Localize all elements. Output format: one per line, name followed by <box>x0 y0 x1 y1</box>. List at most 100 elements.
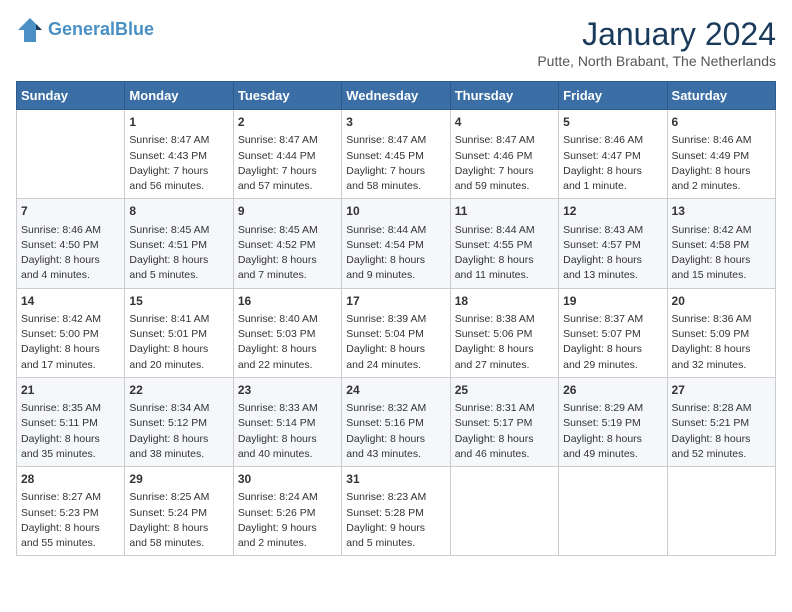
day-number: 31 <box>346 471 445 488</box>
calendar-cell: 2Sunrise: 8:47 AMSunset: 4:44 PMDaylight… <box>233 110 341 199</box>
day-info: and 17 minutes. <box>21 358 120 373</box>
day-info: and 22 minutes. <box>238 358 337 373</box>
calendar-cell: 24Sunrise: 8:32 AMSunset: 5:16 PMDayligh… <box>342 377 450 466</box>
day-info: and 1 minute. <box>563 179 662 194</box>
day-info: Sunrise: 8:42 AM <box>21 312 120 327</box>
day-info: and 24 minutes. <box>346 358 445 373</box>
day-info: Sunset: 5:21 PM <box>672 416 771 431</box>
day-number: 6 <box>672 114 771 131</box>
day-info: and 57 minutes. <box>238 179 337 194</box>
day-info: Daylight: 8 hours <box>672 342 771 357</box>
day-info: Sunset: 5:19 PM <box>563 416 662 431</box>
day-info: Sunset: 4:54 PM <box>346 238 445 253</box>
calendar-cell: 22Sunrise: 8:34 AMSunset: 5:12 PMDayligh… <box>125 377 233 466</box>
day-info: Sunset: 4:43 PM <box>129 149 228 164</box>
day-info: and 49 minutes. <box>563 447 662 462</box>
calendar-cell: 18Sunrise: 8:38 AMSunset: 5:06 PMDayligh… <box>450 288 558 377</box>
day-number: 10 <box>346 203 445 220</box>
day-number: 12 <box>563 203 662 220</box>
day-info: Daylight: 8 hours <box>129 521 228 536</box>
day-info: Daylight: 8 hours <box>563 253 662 268</box>
day-info: Sunrise: 8:38 AM <box>455 312 554 327</box>
day-info: Sunrise: 8:42 AM <box>672 223 771 238</box>
day-info: Sunrise: 8:24 AM <box>238 490 337 505</box>
day-info: Sunrise: 8:47 AM <box>346 133 445 148</box>
calendar-cell <box>450 467 558 556</box>
calendar-week-3: 14Sunrise: 8:42 AMSunset: 5:00 PMDayligh… <box>17 288 776 377</box>
calendar-cell: 5Sunrise: 8:46 AMSunset: 4:47 PMDaylight… <box>559 110 667 199</box>
logo-text: GeneralBlue <box>48 20 154 40</box>
day-info: and 27 minutes. <box>455 358 554 373</box>
day-info: Daylight: 8 hours <box>672 164 771 179</box>
day-number: 4 <box>455 114 554 131</box>
day-info: Sunrise: 8:37 AM <box>563 312 662 327</box>
page-header: GeneralBlue January 2024 Putte, North Br… <box>16 16 776 69</box>
calendar-cell: 11Sunrise: 8:44 AMSunset: 4:55 PMDayligh… <box>450 199 558 288</box>
calendar-week-4: 21Sunrise: 8:35 AMSunset: 5:11 PMDayligh… <box>17 377 776 466</box>
day-info: Daylight: 8 hours <box>346 342 445 357</box>
day-info: Sunset: 5:06 PM <box>455 327 554 342</box>
day-number: 9 <box>238 203 337 220</box>
day-info: Sunset: 5:04 PM <box>346 327 445 342</box>
day-info: and 11 minutes. <box>455 268 554 283</box>
day-info: and 32 minutes. <box>672 358 771 373</box>
day-info: Sunrise: 8:31 AM <box>455 401 554 416</box>
day-info: Daylight: 8 hours <box>563 432 662 447</box>
day-info: and 5 minutes. <box>346 536 445 551</box>
calendar-week-2: 7Sunrise: 8:46 AMSunset: 4:50 PMDaylight… <box>17 199 776 288</box>
calendar-cell: 30Sunrise: 8:24 AMSunset: 5:26 PMDayligh… <box>233 467 341 556</box>
day-info: Daylight: 8 hours <box>129 342 228 357</box>
day-info: Sunset: 5:09 PM <box>672 327 771 342</box>
day-info: Sunrise: 8:45 AM <box>238 223 337 238</box>
day-info: Sunset: 5:26 PM <box>238 506 337 521</box>
day-info: Sunset: 4:52 PM <box>238 238 337 253</box>
calendar-cell: 12Sunrise: 8:43 AMSunset: 4:57 PMDayligh… <box>559 199 667 288</box>
day-info: Sunrise: 8:46 AM <box>21 223 120 238</box>
day-info: Daylight: 8 hours <box>21 253 120 268</box>
day-info: Sunrise: 8:41 AM <box>129 312 228 327</box>
day-info: and 20 minutes. <box>129 358 228 373</box>
calendar-cell: 10Sunrise: 8:44 AMSunset: 4:54 PMDayligh… <box>342 199 450 288</box>
logo-icon <box>16 16 44 44</box>
day-info: Sunset: 5:12 PM <box>129 416 228 431</box>
day-info: Sunrise: 8:44 AM <box>346 223 445 238</box>
day-info: Sunrise: 8:25 AM <box>129 490 228 505</box>
calendar-cell: 4 Sunrise: 8:47 AMSunset: 4:46 PMDaylight… <box>450 110 558 199</box>
day-info: and 9 minutes. <box>346 268 445 283</box>
day-number: 22 <box>129 382 228 399</box>
day-number: 27 <box>672 382 771 399</box>
day-info: Sunset: 5:16 PM <box>346 416 445 431</box>
calendar-cell <box>667 467 775 556</box>
day-info: Sunrise: 8:35 AM <box>21 401 120 416</box>
day-info: Sunrise: 8:47 AM <box>455 133 554 148</box>
day-info: Sunrise: 8:29 AM <box>563 401 662 416</box>
calendar-title: January 2024 <box>537 16 776 53</box>
day-number: 11 <box>455 203 554 220</box>
day-info: Sunset: 4:57 PM <box>563 238 662 253</box>
day-info: Sunrise: 8:47 AM <box>238 133 337 148</box>
day-number: 18 <box>455 293 554 310</box>
day-info: Daylight: 8 hours <box>672 432 771 447</box>
day-info: Sunset: 4:46 PM <box>455 149 554 164</box>
day-info: Sunrise: 8:40 AM <box>238 312 337 327</box>
day-info: Daylight: 7 hours <box>238 164 337 179</box>
day-number: 5 <box>563 114 662 131</box>
day-info: Daylight: 8 hours <box>563 164 662 179</box>
day-info: Sunset: 4:47 PM <box>563 149 662 164</box>
day-info: Daylight: 8 hours <box>21 432 120 447</box>
day-info: Sunset: 4:51 PM <box>129 238 228 253</box>
day-number: 15 <box>129 293 228 310</box>
day-info: and 56 minutes. <box>129 179 228 194</box>
day-number: 2 <box>238 114 337 131</box>
day-number: 17 <box>346 293 445 310</box>
calendar-table: SundayMondayTuesdayWednesdayThursdayFrid… <box>16 81 776 556</box>
day-info: Sunrise: 8:39 AM <box>346 312 445 327</box>
day-info: Daylight: 8 hours <box>346 432 445 447</box>
day-info: Daylight: 8 hours <box>563 342 662 357</box>
day-info: Sunset: 4:58 PM <box>672 238 771 253</box>
day-info: Sunset: 5:23 PM <box>21 506 120 521</box>
day-info: Daylight: 7 hours <box>129 164 228 179</box>
day-info: and 4 minutes. <box>21 268 120 283</box>
day-info: Sunset: 5:11 PM <box>21 416 120 431</box>
day-info: Daylight: 7 hours <box>455 164 554 179</box>
